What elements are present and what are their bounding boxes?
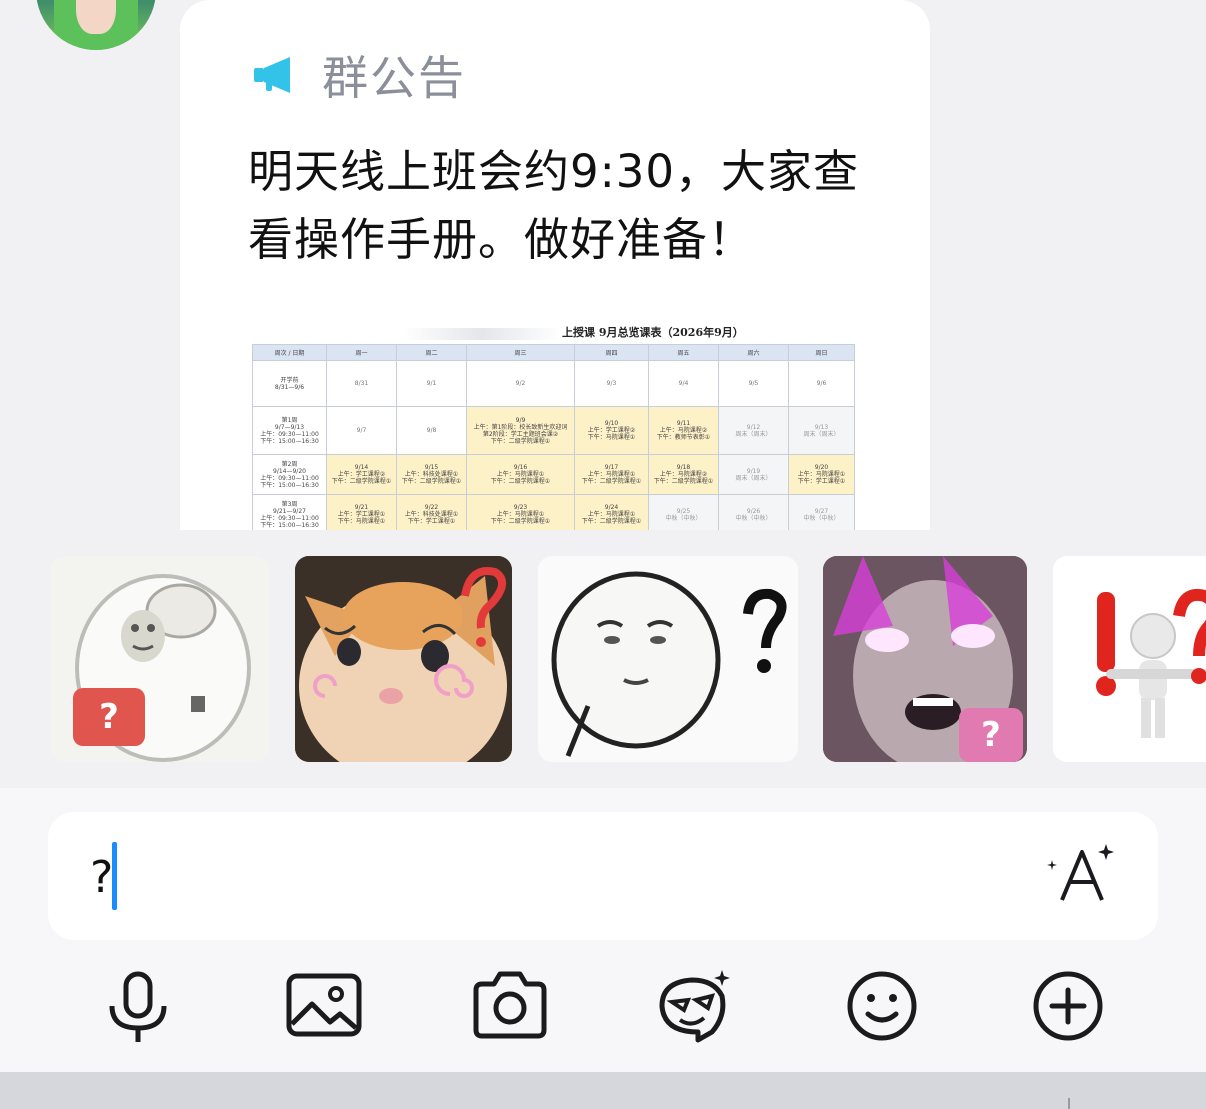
schedule-cell: 9/1: [396, 360, 467, 407]
sticker-confused-kitten[interactable]: [295, 556, 512, 762]
notice-header: 群公告: [252, 42, 466, 108]
message-input-bar: ?: [0, 788, 1206, 1072]
emoji-button[interactable]: [842, 966, 922, 1046]
schedule-row-label: 第2周 9/14—9/20 上午：09:30—11:00 下午：15:00—16…: [252, 454, 327, 495]
sticker-sketch-face-question[interactable]: [538, 556, 798, 762]
schedule-cell: 8/31: [326, 360, 397, 407]
schedule-cell: 9/24 上午：马院课程① 下午：二级学院课程①: [574, 494, 649, 530]
schedule-row: 第2周 9/14—9/20 上午：09:30—11:00 下午：15:00—16…: [252, 454, 855, 495]
schedule-table: 周次 / 日期 周一 周二 周三 周四 周五 周六 周日 开学前 8/31—9/6 8/31 9/…: [252, 344, 855, 530]
schedule-cell: 9/15 上午：科技处课程① 下午：二级学院课程①: [396, 454, 467, 495]
sticker-3d-figure-exclaim-question[interactable]: [1053, 556, 1206, 762]
message-input-text[interactable]: ?: [90, 852, 113, 903]
schedule-column-header: 周二: [396, 344, 467, 361]
kitten-image: [295, 556, 512, 762]
schedule-cell: 9/12 周末（周末）: [718, 406, 789, 455]
schedule-row-label: 第3周 9/21—9/27 上午：09:30—11:00 下午：15:00—16…: [252, 494, 327, 530]
schedule-cell: 9/18 上午：马院课程② 下午：二级学院课程①: [648, 454, 719, 495]
sticker-face-icon: [659, 970, 730, 1043]
image-icon: [286, 973, 362, 1037]
sticker-meme-blob[interactable]: ?: [51, 556, 269, 762]
schedule-cell: 9/23 上午：马院课程① 下午：二级学院课程①: [466, 494, 575, 530]
3d-figure-image: [1096, 589, 1206, 738]
sticker-suggestion-bar: ? ?: [0, 530, 1206, 788]
badge-text: ?: [99, 697, 119, 737]
emoji-icon: [847, 971, 917, 1041]
question-badge: ?: [959, 708, 1023, 762]
schedule-cell: 9/7: [326, 406, 397, 455]
schedule-column-header: 周五: [648, 344, 719, 361]
question-badge: ?: [73, 688, 145, 746]
schedule-cell: 9/8: [396, 406, 467, 455]
sketch-face-image: [551, 571, 787, 757]
schedule-cell: 9/22 上午：科技处课程① 下午：学工课程①: [396, 494, 467, 530]
plus-circle-icon: [1033, 971, 1103, 1041]
notice-line: 看操作手册。做好准备！: [248, 213, 755, 266]
schedule-row: 第1周 9/7—9/13 上午：09:30—11:00 下午：15:00—16:…: [252, 406, 855, 455]
text-caret: [112, 842, 117, 910]
microphone-button[interactable]: [98, 966, 178, 1046]
schedule-cell: 9/9 上午：第1阶段：校长致新生欢迎词 第2阶段：学工主题班会课② 下午：二级…: [466, 406, 575, 455]
schedule-column-header: 周日: [788, 344, 855, 361]
sticker-glowing-eyes[interactable]: ?: [823, 556, 1027, 762]
camera-icon: [473, 971, 547, 1039]
notice-title: 群公告: [322, 51, 466, 105]
schedule-cell: 9/19 周末（周末）: [718, 454, 789, 495]
schedule-column-header: 周一: [326, 344, 397, 361]
schedule-column-header: 周四: [574, 344, 649, 361]
schedule-cell: 9/4: [648, 360, 719, 407]
image-button[interactable]: [284, 966, 364, 1046]
schedule-cell: 9/16 上午：马院课程① 下午：二级学院课程①: [466, 454, 575, 495]
schedule-cell: 9/25 中秋（中秋）: [648, 494, 719, 530]
schedule-cell: 9/14 上午：学工课程② 下午：二级学院课程①: [326, 454, 397, 495]
bottom-indicator: [1068, 1098, 1070, 1109]
schedule-column-header: 周次 / 日期: [252, 344, 327, 361]
schedule-cell: 9/21 上午：学工课程① 下午：马院课程①: [326, 494, 397, 530]
schedule-row-label: 第1周 9/7—9/13 上午：09:30—11:00 下午：15:00—16:…: [252, 406, 327, 455]
schedule-title: 上授课 9月总览课表（2026年9月）: [562, 326, 744, 339]
badge-text: ?: [981, 715, 1001, 755]
schedule-cell: 9/2: [466, 360, 575, 407]
system-bottom-bar: [0, 1072, 1206, 1109]
notice-line: 明天线上班会约9:30，大家查: [248, 145, 860, 198]
schedule-cell: 9/27 中秋（中秋）: [788, 494, 855, 530]
schedule-cell: 9/17 上午：马院课程① 下午：二级学院课程①: [574, 454, 649, 495]
text-style-ai-icon[interactable]: [1046, 842, 1118, 906]
microphone-icon: [109, 971, 167, 1042]
schedule-column-header: 周六: [718, 344, 789, 361]
schedule-cell: 9/3: [574, 360, 649, 407]
schedule-row: 第3周 9/21—9/27 上午：09:30—11:00 下午：15:00—16…: [252, 494, 855, 530]
schedule-blurred-header: [402, 328, 562, 340]
schedule-cell: 9/20 上午：马院课程① 下午：学工课程①: [788, 454, 855, 495]
input-toolbar: [0, 966, 1206, 1046]
schedule-cell: 9/10 上午：学工课程② 下午：马院课程①: [574, 406, 649, 455]
schedule-cell: 9/11 上午：马院课程② 下午：教师节表彰①: [648, 406, 719, 455]
schedule-cell: 9/13 周末（周末）: [788, 406, 855, 455]
notice-message: 明天线上班会约9:30，大家查 看操作手册。做好准备！: [248, 138, 888, 274]
sticker-button[interactable]: [654, 966, 734, 1046]
schedule-cell: 9/26 中秋（中秋）: [718, 494, 789, 530]
schedule-row-label: 开学前 8/31—9/6: [252, 360, 327, 407]
schedule-row: 开学前 8/31—9/6 8/31 9/1 9/2 9/3 9/4 9/5 9/6: [252, 360, 855, 407]
group-notice-card[interactable]: 群公告 明天线上班会约9:30，大家查 看操作手册。做好准备！ 上授课 9月总览…: [180, 0, 930, 530]
camera-button[interactable]: [470, 966, 550, 1046]
schedule-image[interactable]: 上授课 9月总览课表（2026年9月） 周次 / 日期 周一 周二 周三 周四 周五 周六周…: [252, 322, 858, 530]
more-button[interactable]: [1028, 966, 1108, 1046]
avatar[interactable]: [36, 0, 156, 50]
schedule-cell: 9/5: [718, 360, 789, 407]
schedule-column-header: 周三: [466, 344, 575, 361]
message-input[interactable]: ?: [48, 812, 1158, 940]
megaphone-icon: [254, 57, 290, 93]
schedule-cell: 9/6: [788, 360, 855, 407]
